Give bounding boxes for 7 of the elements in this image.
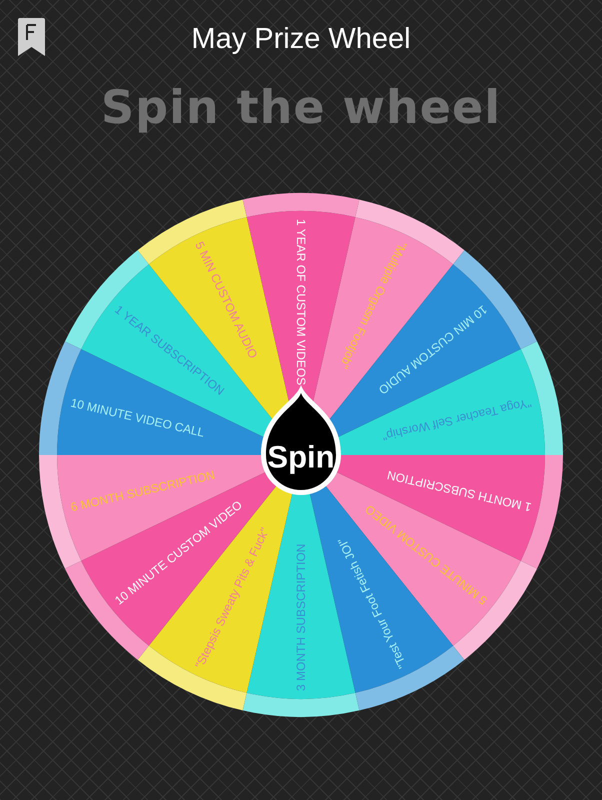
segment-label: "Yoga Teacher Self Worship" [380, 396, 533, 444]
segment-label: 3 MONTH SUBSCRIPTION [294, 544, 308, 691]
app-title: May Prize Wheel [191, 24, 411, 54]
spin-button[interactable]: Spin [261, 385, 341, 495]
segment-label: 10 MINUTE VIDEO CALL [69, 396, 206, 440]
bookmark-logo-icon [18, 18, 45, 56]
segment-label: 1 YEAR OF CUSTOM VIDEOS [294, 219, 308, 386]
